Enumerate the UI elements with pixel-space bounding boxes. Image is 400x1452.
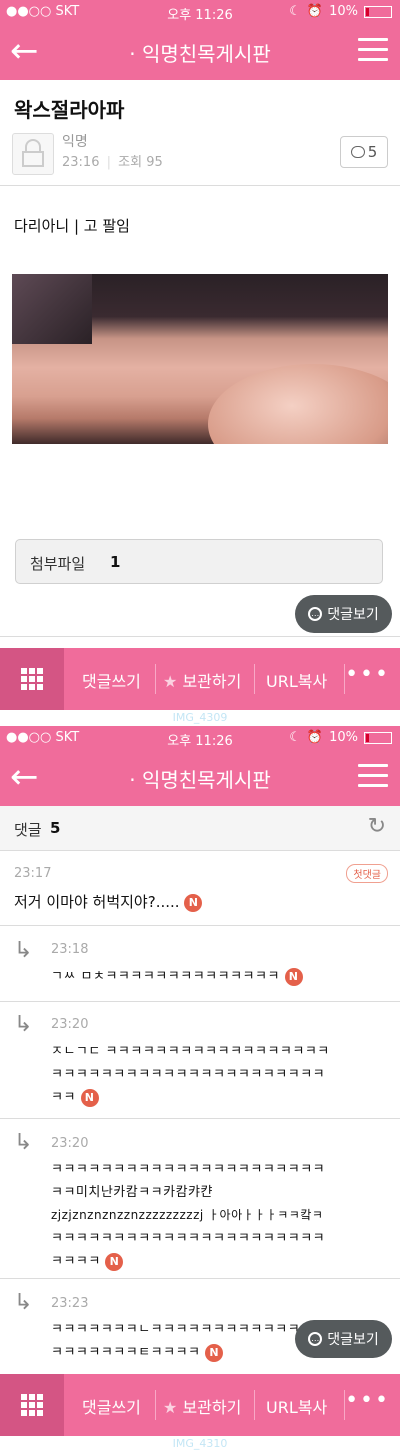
grid-menu-icon[interactable] [0,1374,64,1436]
speech-bubble-icon [350,146,365,158]
comments-label: 댓글 [14,821,42,839]
speech-bubble-icon: … [308,1332,323,1346]
lock-icon [22,139,44,167]
image-watermark: IMG_4309 [172,711,228,724]
status-bar: ●●○○ SKT 오후 11:26 ☾ ⏰ 10% [0,0,400,24]
alarm-icon: ⏰ [306,730,324,745]
comment-time: 23:23 [51,1296,89,1311]
more-icon[interactable]: ••• [345,662,390,687]
post-views: 조회 95 [118,155,163,170]
post-title: 왁스절라아파 [14,98,125,122]
board-title: · 익명친목게시판 [129,768,271,792]
alarm-icon: ⏰ [306,4,324,19]
post-image-arm[interactable] [12,274,388,444]
comment-time: 23:18 [51,942,89,957]
bookmark-button[interactable]: ★ 보관하기 [163,1394,241,1418]
image-watermark: IMG_4310 [172,1437,228,1450]
new-badge: N [205,1343,224,1362]
comments-header: 댓글 5 ↻ [0,806,400,850]
bottom-toolbar: 댓글쓰기 ★ 보관하기 URL복사 ••• [0,1374,400,1436]
battery-percent: 10% [329,4,358,19]
refresh-icon[interactable]: ↻ [368,814,386,839]
post-time: 23:16 [62,155,100,170]
status-bar: ●●○○ SKT 오후 11:26 ☾ ⏰ 10% [0,726,400,750]
view-comments-button[interactable]: … 댓글보기 [295,1320,392,1358]
new-badge: N [284,967,303,986]
comment-text: 저거 이마야 허벅지야?..... N [14,891,203,912]
grid-menu-icon[interactable] [0,648,64,710]
copy-url-button[interactable]: URL복사 [266,1394,327,1418]
comment-time: 23:20 [51,1017,89,1032]
new-badge: N [80,1088,99,1107]
comment-text: ㅋㅋㅋㅋㅋㅋㅋㅋㅋㅋㅋㅋㅋㅋㅋㅋㅋㅋㅋㅋㅋㅋ ㅋㅋ미치난카캄ㅋㅋ카캄캬캰 zjz… [51,1162,326,1271]
moon-icon: ☾ [289,4,301,19]
star-icon: ★ [163,672,178,691]
hamburger-icon[interactable] [358,38,388,62]
write-comment-button[interactable]: 댓글쓰기 [82,668,141,692]
more-icon[interactable]: ••• [345,1388,390,1413]
star-icon: ★ [163,1398,178,1417]
bottom-toolbar: 댓글쓰기 ★ 보관하기 URL복사 ••• [0,648,400,710]
copy-url-button[interactable]: URL복사 [266,668,327,692]
comments-count: 5 [50,819,61,837]
comment-time: 23:17 [14,866,52,881]
reply-arrow-icon: ↳ [14,938,33,963]
write-comment-button[interactable]: 댓글쓰기 [82,1394,141,1418]
comment-count-button[interactable]: 5 [340,136,388,168]
reply-arrow-icon: ↳ [14,1130,33,1155]
comment-text: ㄱㅆ ㅁㅊㅋㅋㅋㅋㅋㅋㅋㅋㅋㅋㅋㅋㅋㅋ N [51,965,303,988]
author-name: 익명 [62,134,88,150]
comment-count: 5 [367,143,378,161]
comment-text: ㅈㄴㄱㄷ ㅋㅋㅋㅋㅋㅋㅋㅋㅋㅋㅋㅋㅋㅋㅋㅋㅋㅋ ㅋㅋㅋㅋㅋㅋㅋㅋㅋㅋㅋㅋㅋㅋㅋㅋ… [51,1044,330,1107]
attachment-label: 첨부파일 [30,555,86,573]
bookmark-button[interactable]: ★ 보관하기 [163,668,241,692]
board-title: · 익명친목게시판 [129,42,271,66]
moon-icon: ☾ [289,730,301,745]
new-badge: N [184,893,203,912]
avatar [12,133,54,175]
attachment-count: 1 [110,553,121,571]
reply-arrow-icon: ↳ [14,1012,33,1037]
first-comment-badge: 첫댓글 [346,864,388,883]
battery-icon [364,5,392,18]
speech-bubble-icon: … [308,607,323,621]
attachment-box[interactable]: 첨부파일 1 [15,539,383,584]
nav-bar: ← · 익명친목게시판 [0,750,400,806]
hamburger-icon[interactable] [358,764,388,788]
view-comments-button[interactable]: … 댓글보기 [295,595,392,633]
reply-arrow-icon: ↳ [14,1290,33,1315]
nav-bar: ← · 익명친목게시판 [0,24,400,80]
comment-time: 23:20 [51,1136,89,1151]
post-body: 다리아니 | 고 팔임 [14,217,130,235]
battery-percent: 10% [329,730,358,745]
battery-icon [364,731,392,744]
new-badge: N [105,1252,124,1271]
